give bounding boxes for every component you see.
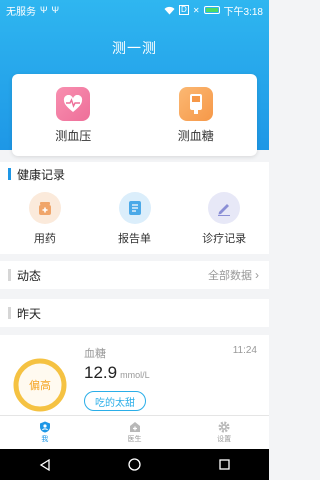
- entry-value: 12.9 mmol/L: [84, 363, 150, 383]
- gear-icon: [218, 421, 230, 433]
- chevron-right-icon: ›: [255, 268, 259, 282]
- measure-card: 测血压 测血糖: [12, 74, 257, 156]
- record-report-label: 报告单: [118, 233, 151, 245]
- status-time: 下午3:18: [223, 6, 263, 18]
- section-accent-bar: [8, 168, 11, 180]
- carrier-label: 无服务: [6, 6, 36, 18]
- tab-me[interactable]: 我: [0, 416, 90, 449]
- status-bar: 无服务 Ψ Ψ D ✕ 下午3:18: [0, 0, 269, 20]
- heart-pulse-icon: [56, 86, 91, 121]
- dynamics-section: 动态 全部数据 ›: [0, 261, 269, 289]
- system-nav-bar: [0, 449, 269, 480]
- medical-house-icon: [129, 422, 140, 432]
- record-clinic-button[interactable]: 诊疗记录: [179, 192, 269, 246]
- measure-blood-pressure-button[interactable]: 测血压: [12, 74, 135, 156]
- tab-me-label: 我: [41, 436, 49, 443]
- entry-value-unit: mmol/L: [120, 370, 150, 380]
- wifi-icon: [164, 6, 175, 14]
- yesterday-section: 昨天: [0, 299, 269, 327]
- record-medication-button[interactable]: 用药: [0, 192, 90, 246]
- glucose-meter-icon: [178, 86, 213, 121]
- all-data-link[interactable]: 全部数据 ›: [208, 267, 259, 283]
- recents-button[interactable]: [209, 453, 239, 477]
- measure-blood-sugar-button[interactable]: 测血糖: [135, 74, 258, 156]
- entry-value-number: 12.9: [84, 363, 118, 382]
- dynamics-title: 动态: [17, 268, 42, 283]
- tab-settings[interactable]: 设置: [179, 416, 269, 449]
- section-accent-bar: [8, 307, 11, 319]
- record-clinic-label: 诊疗记录: [202, 233, 247, 245]
- record-medication-label: 用药: [33, 233, 56, 245]
- medicine-box-icon: [28, 192, 61, 224]
- usb-icon: Ψ: [40, 5, 48, 15]
- health-records-section: 健康记录 用药 报告单 诊疗记录: [0, 162, 269, 254]
- entry-note-tag[interactable]: 吃的太甜: [84, 391, 146, 411]
- health-records-title: 健康记录: [17, 167, 66, 182]
- back-triangle-icon: [39, 458, 50, 471]
- section-accent-bar: [8, 269, 11, 281]
- battery-icon: [203, 6, 220, 14]
- all-data-label: 全部数据: [208, 270, 252, 282]
- page-title: 测一测: [112, 40, 157, 56]
- back-button[interactable]: [30, 453, 60, 477]
- tab-settings-label: 设置: [217, 436, 232, 443]
- blood-sugar-entry-card[interactable]: 偏高 血糖 11:24 12.9 mmol/L 吃的太甜: [0, 335, 269, 415]
- recents-square-icon: [218, 459, 230, 470]
- bottom-tab-bar: 我 医生 设置: [0, 415, 269, 449]
- usb-icon: Ψ: [51, 5, 60, 15]
- report-icon: [118, 192, 151, 224]
- signal-icon: ✕: [192, 5, 200, 15]
- tab-doctor-label: 医生: [127, 436, 142, 443]
- yesterday-title: 昨天: [17, 306, 42, 321]
- home-circle-icon: [128, 458, 141, 471]
- home-button[interactable]: [119, 453, 149, 477]
- record-report-button[interactable]: 报告单: [90, 192, 180, 246]
- tab-doctor[interactable]: 医生: [90, 416, 180, 449]
- edit-record-icon: [208, 192, 241, 224]
- person-shield-icon: [39, 421, 50, 433]
- sim-icon: D: [179, 5, 189, 15]
- measure-blood-pressure-label: 测血压: [55, 128, 92, 143]
- measure-blood-sugar-label: 测血糖: [177, 128, 214, 143]
- entry-time: 11:24: [232, 345, 257, 356]
- status-label: 偏高: [29, 380, 51, 392]
- entry-type-label: 血糖: [84, 348, 106, 360]
